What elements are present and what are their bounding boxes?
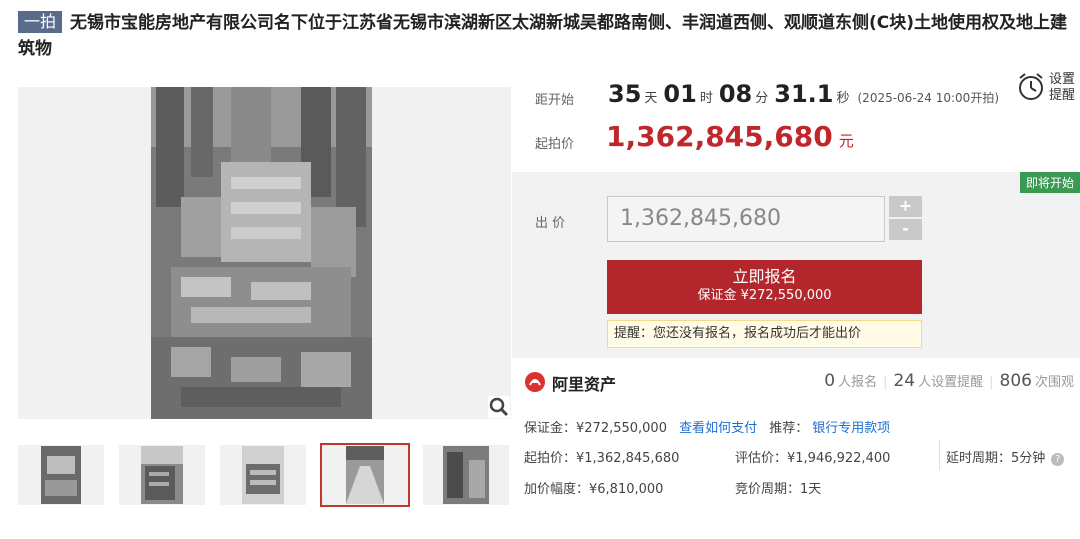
status-badge: 即将开始 xyxy=(1019,172,1080,193)
detail-bid-cycle: 竞价周期：1天 xyxy=(735,482,822,497)
set-reminder-button[interactable]: 设置 提醒 xyxy=(1015,70,1080,110)
main-photo xyxy=(151,87,372,419)
zoom-icon[interactable] xyxy=(488,396,510,418)
signup-count: 0 xyxy=(824,371,836,391)
days-unit: 天 xyxy=(644,91,658,106)
signup-reminder-tip: 提醒：您还没有报名，报名成功后才能出价 xyxy=(607,320,922,348)
bid-amount-input[interactable]: 1,362,845,680 xyxy=(607,196,885,242)
start-price-label: 起拍价 xyxy=(535,137,575,152)
seconds-unit: 秒 xyxy=(836,91,850,106)
countdown-minutes: 08 xyxy=(718,80,753,108)
thumbnail-4-selected[interactable] xyxy=(320,443,410,507)
start-price-number: 1,362,845,680 xyxy=(606,120,833,153)
minutes-unit: 分 xyxy=(755,91,769,106)
auction-round-tag: 一拍 xyxy=(18,11,63,33)
reminder-line2: 提醒 xyxy=(1049,88,1076,103)
recommend-label: 推荐： xyxy=(769,421,809,436)
reminder-line1: 设置 xyxy=(1049,72,1076,87)
deposit-amount: 保证金：¥272,550,000 xyxy=(524,421,667,436)
remind-count-label: 人设置提醒 xyxy=(918,375,984,390)
lot-title-text: 无锡市宝能房地产有限公司名下位于江苏省无锡市滨湖新区太湖新城吴都路南侧、丰润道西… xyxy=(18,13,1068,59)
detail-start-price: 起拍价：¥1,362,845,680 xyxy=(524,451,680,466)
start-price-value: 1,362,845,680 元 xyxy=(606,120,854,153)
ali-asset-logo-icon xyxy=(525,372,545,392)
countdown-days: 35 xyxy=(608,80,642,108)
how-to-pay-link[interactable]: 查看如何支付 xyxy=(679,421,757,436)
divider xyxy=(939,440,940,470)
bank-funds-link[interactable]: 银行专用款项 xyxy=(812,421,890,436)
signup-button-title: 立即报名 xyxy=(732,267,797,286)
detail-appraisal-price: 评估价：¥1,946,922,400 xyxy=(735,451,891,466)
thumbnail-strip xyxy=(18,443,511,507)
countdown-label: 距开始 xyxy=(535,93,575,108)
auction-start-time: (2025-06-24 10:00开拍) xyxy=(857,91,1000,105)
delay-period-text: 延时周期：5分钟 xyxy=(946,451,1046,466)
start-price-unit: 元 xyxy=(838,132,854,150)
alarm-clock-icon xyxy=(1019,73,1043,100)
divider: | xyxy=(989,375,994,390)
reminder-label: 设置 提醒 xyxy=(1049,72,1075,104)
page-title: 一拍 无锡市宝能房地产有限公司名下位于江苏省无锡市滨湖新区太湖新城吴都路南侧、丰润… xyxy=(18,10,1080,62)
divider: | xyxy=(883,375,888,390)
bid-label: 出 价 xyxy=(535,216,566,231)
thumbnail-5[interactable] xyxy=(423,445,509,505)
decrease-bid-button[interactable]: - xyxy=(889,219,922,240)
auction-stats: 0 人报名 | 24 人设置提醒 | 806 次围观 xyxy=(824,371,1074,391)
help-icon[interactable]: ? xyxy=(1051,453,1065,466)
remind-count: 24 xyxy=(893,371,916,391)
detail-increment: 加价幅度：¥6,810,000 xyxy=(524,482,664,497)
detail-delay-period: 延时周期：5分钟? xyxy=(946,447,1065,466)
thumbnail-1[interactable] xyxy=(18,445,104,505)
auction-info-panel: 距开始 35 天 01 时 08 分 31.1 秒 (2025-06-24 10:00开拍) 设… xyxy=(512,70,1080,539)
increase-bid-button[interactable]: + xyxy=(889,196,922,217)
signup-count-label: 人报名 xyxy=(838,375,878,390)
countdown-timer: 35 天 01 时 08 分 31.1 秒 (2025-06-24 10:00开拍) xyxy=(608,80,999,108)
thumbnail-3[interactable] xyxy=(220,445,306,505)
deposit-row: 保证金：¥272,550,000 查看如何支付 推荐： 银行专用款项 xyxy=(524,417,890,436)
view-count-label: 次围观 xyxy=(1034,375,1074,390)
platform-name: 阿里资产 xyxy=(552,375,617,394)
main-image-viewer[interactable] xyxy=(18,87,511,419)
thumbnail-2[interactable] xyxy=(119,445,205,505)
bid-panel: 即将开始 出 价 1,362,845,680 + - 立即报名 保证金 ¥272… xyxy=(512,172,1080,358)
hours-unit: 时 xyxy=(699,91,713,106)
signup-button[interactable]: 立即报名 保证金 ¥272,550,000 xyxy=(607,260,922,314)
countdown-seconds: 31.1 xyxy=(774,80,834,108)
view-count: 806 xyxy=(999,371,1032,391)
signup-button-deposit: 保证金 ¥272,550,000 xyxy=(697,288,832,303)
countdown-hours: 01 xyxy=(663,80,697,108)
